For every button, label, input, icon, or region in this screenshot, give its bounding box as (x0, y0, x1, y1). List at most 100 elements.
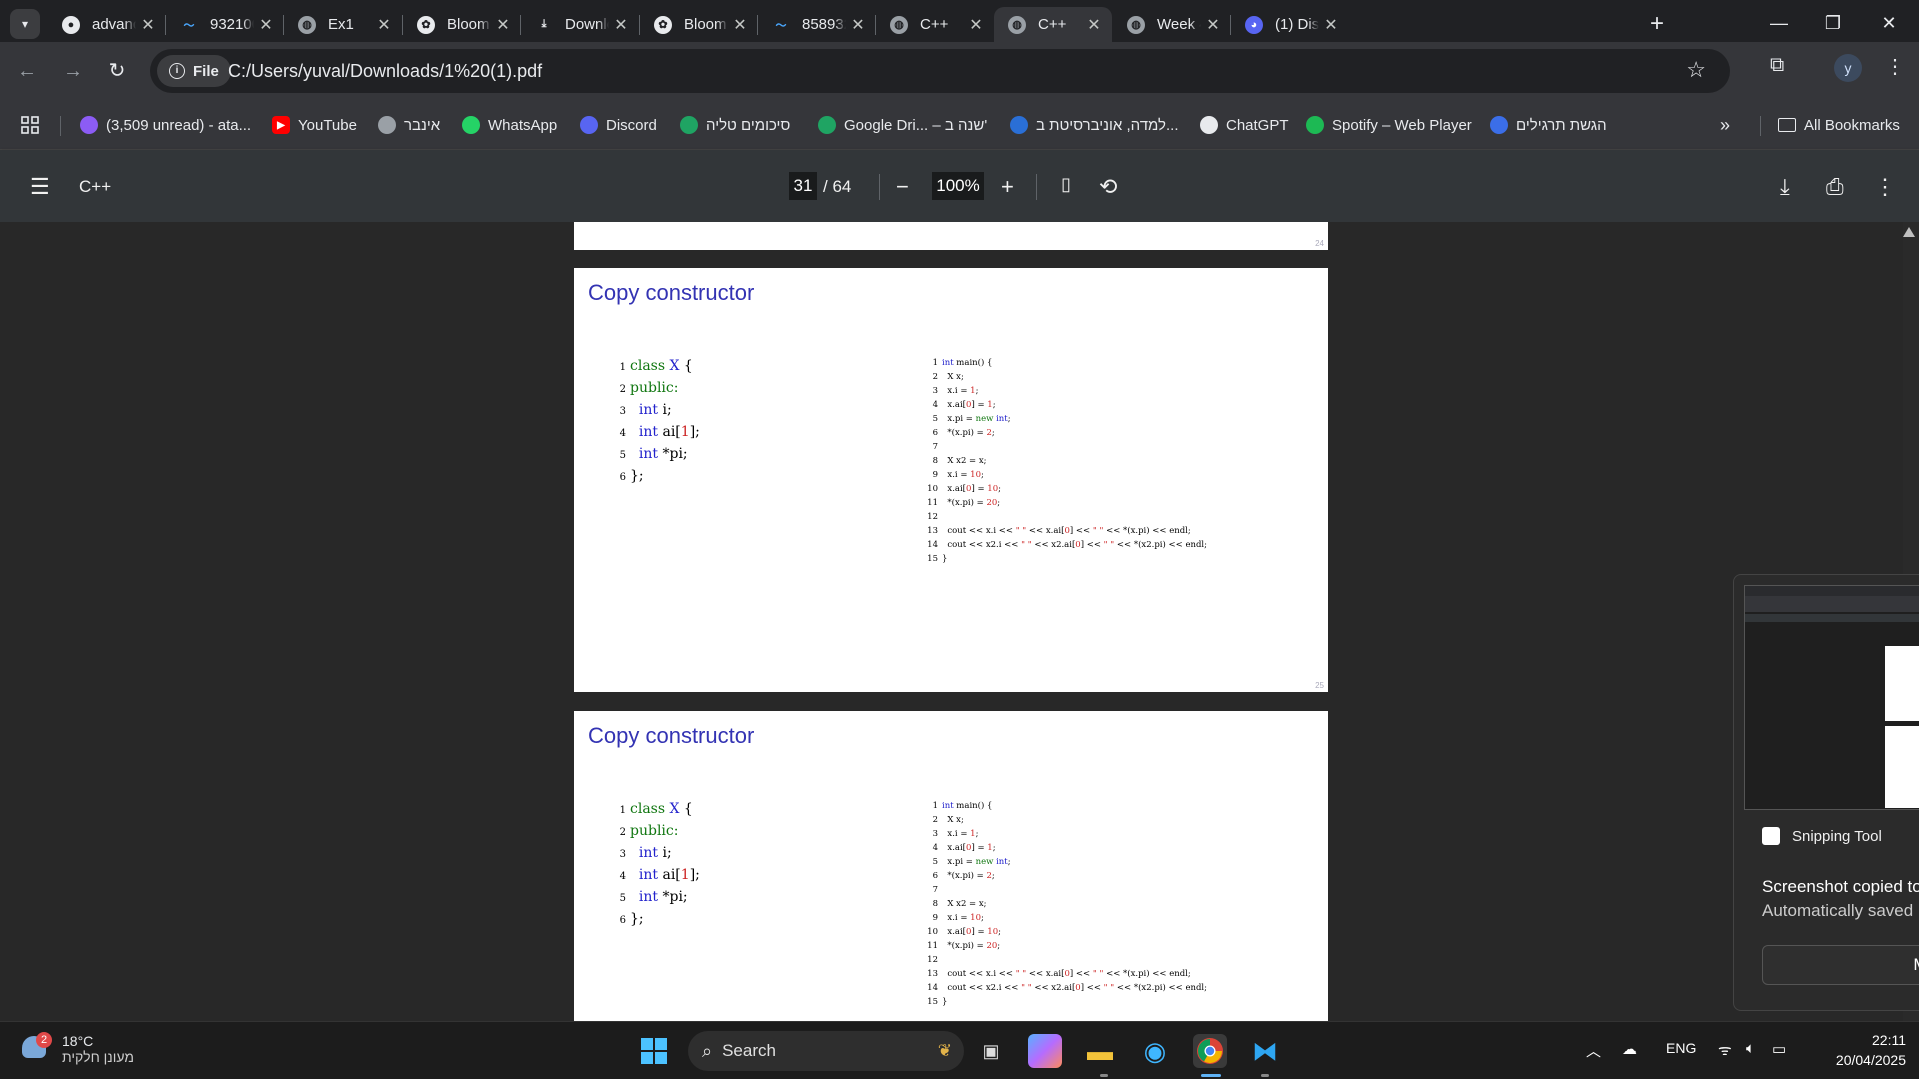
wifi-icon[interactable]: ᯤ (1718, 1040, 1732, 1060)
menu-kebab-icon[interactable]: ⋮ (1885, 54, 1905, 79)
new-tab-button[interactable]: + (1650, 10, 1664, 38)
code-line: 6 *(x.pi) = 2; (926, 426, 1207, 440)
tab-close-icon[interactable]: ✕ (136, 15, 160, 35)
tab-8[interactable]: ◍ C++ ✕ (876, 7, 994, 42)
bookmark-item[interactable]: WhatsApp (462, 114, 557, 136)
tab-search-button[interactable]: ▾ (10, 9, 40, 39)
extensions-icon[interactable]: ⧉ (1770, 54, 1784, 77)
rotate-icon[interactable]: ⟲ (1099, 174, 1117, 200)
edge-icon[interactable]: ◉ (1138, 1034, 1172, 1068)
taskbar-search[interactable]: ⌕ Search ❦ (688, 1031, 964, 1071)
line-number: 2 (932, 815, 938, 825)
plus-icon: + (1650, 10, 1665, 37)
line-number: 4 (932, 400, 938, 410)
reload-button[interactable]: ↻ (102, 56, 132, 86)
screenshot-thumbnail[interactable] (1744, 585, 1919, 810)
all-bookmarks-button[interactable]: All Bookmarks (1778, 114, 1900, 136)
snipping-tool-notification[interactable]: Snipping Tool Screenshot copied to Autom… (1733, 574, 1919, 1011)
url-text[interactable]: C:/Users/yuval/Downloads/1%20(1).pdf (228, 61, 542, 82)
onedrive-cloud-icon[interactable]: ☁ (1622, 1040, 1637, 1058)
tab-3[interactable]: ◍ Ex1 ✕ (284, 7, 402, 42)
moodle-icon (1010, 116, 1028, 134)
more-options-icon[interactable]: ⋮ (1874, 174, 1896, 200)
tray-chevron-up-icon[interactable]: ︿ (1586, 1040, 1601, 1061)
mail-icon (80, 116, 98, 134)
site-info-chip[interactable]: i File (157, 55, 231, 87)
tab-2[interactable]: 〜 9321007✕ (166, 7, 284, 42)
print-icon[interactable]: ⎙ (1826, 174, 1844, 200)
copilot-icon[interactable] (1028, 1034, 1062, 1068)
moodle-icon: 〜 (775, 19, 787, 32)
code-text: *(x.pi) = 2; (942, 428, 995, 438)
chrome-icon[interactable] (1193, 1034, 1227, 1068)
bookmark-item[interactable]: אינבר (378, 114, 440, 136)
bookmark-item[interactable]: Discord (580, 114, 657, 136)
apps-grid-icon[interactable] (20, 114, 40, 136)
scroll-up-arrow-icon[interactable] (1903, 227, 1915, 237)
tab-close-icon[interactable]: ✕ (491, 15, 515, 35)
tab-close-icon[interactable]: ✕ (254, 15, 278, 35)
code-line: 3 int i; (614, 845, 700, 867)
code-text: X x; (942, 372, 964, 382)
zoom-input[interactable]: 100% (932, 172, 984, 200)
restore-button[interactable]: ❐ (1810, 8, 1856, 38)
tab-4[interactable]: ✿ Bloom Filter✕ (403, 7, 521, 42)
volume-icon[interactable]: 🔈︎ (1746, 1040, 1755, 1057)
back-button[interactable]: ← (12, 56, 42, 86)
more-bookmarks-chevron-icon[interactable]: » (1720, 114, 1730, 136)
page-number-input[interactable]: 31 (789, 172, 817, 200)
tab-close-icon[interactable]: ✕ (609, 15, 633, 35)
weather-widget[interactable]: 2 18°C מעונן חלקית (22, 1032, 134, 1065)
tab-6[interactable]: ✿ Bloom Filter✕ (640, 7, 758, 42)
bookmark-item[interactable]: ChatGPT (1200, 114, 1289, 136)
file-explorer-icon[interactable]: ▬ (1083, 1034, 1117, 1068)
start-windows-icon[interactable] (637, 1034, 671, 1068)
language-indicator[interactable]: ENG (1666, 1040, 1696, 1056)
bookmark-item[interactable]: ▶ YouTube (272, 114, 357, 136)
tab-close-icon[interactable]: ✕ (1082, 15, 1106, 35)
tab-close-icon[interactable]: ✕ (372, 15, 396, 35)
profile-avatar[interactable]: y (1834, 54, 1862, 82)
tab-close-icon[interactable]: ✕ (964, 15, 988, 35)
bookmark-star-icon[interactable]: ☆ (1686, 57, 1706, 83)
bookmark-item[interactable]: Google Dri... – שנה ב' (818, 114, 987, 136)
code-line: 3 x.i = 1; (926, 827, 1207, 841)
minimize-button[interactable]: — (1756, 8, 1802, 38)
line-number: 3 (932, 829, 938, 839)
bookmark-item[interactable]: Spotify – Web Player (1306, 114, 1472, 136)
tab-title: Week 4 (1157, 16, 1201, 33)
bookmark-item[interactable]: (3,509 unread) - ata... (80, 114, 251, 136)
tab-close-icon[interactable]: ✕ (846, 15, 870, 35)
code-block-main: 1 int main() {2 X x; 3 x.i = 1; 4 x.ai[0] =… (926, 356, 1207, 566)
vscode-icon[interactable]: ⧓ (1248, 1034, 1282, 1068)
zoom-out-icon[interactable]: − (896, 174, 909, 200)
tab-close-icon[interactable]: ✕ (1319, 15, 1343, 35)
forward-button[interactable]: → (58, 56, 88, 86)
download-icon[interactable]: ⤓ (1780, 174, 1790, 200)
snip-markup-button[interactable]: Ma (1762, 945, 1919, 985)
pdf-viewer[interactable]: 24 Copy constructor 1 class X {2 public: 3 … (0, 222, 1919, 1021)
tab-7[interactable]: 〜 8589321✕ (758, 7, 876, 42)
sidebar-menu-icon[interactable]: ☰ (30, 174, 50, 200)
code-text: public: (630, 823, 679, 839)
bookmark-item[interactable]: הגשת תרגילים (1490, 114, 1607, 136)
tab-10[interactable]: ◍ Week 4✕ (1113, 7, 1231, 42)
bookmark-item[interactable]: סיכומים טליה (680, 114, 790, 136)
tab-close-icon[interactable]: ✕ (1201, 15, 1225, 35)
tab-1[interactable]: ● advanced✕ (48, 7, 166, 42)
task-view-icon[interactable]: ▣ (974, 1034, 1008, 1068)
tab-11[interactable]: ◕ (1) Discord✕ (1231, 7, 1349, 42)
youtube-icon: ▶ (272, 116, 290, 134)
tab-5[interactable]: ⤓ Downloads✕ (521, 7, 639, 42)
close-window-button[interactable]: ✕ (1866, 8, 1912, 38)
fit-page-icon[interactable]: ▯ (1061, 174, 1071, 195)
snipping-tool-icon (1762, 827, 1780, 845)
tab-9[interactable]: ◍ C++ ✕ (994, 7, 1112, 42)
clock[interactable]: 22:11 20/04/2025 (1814, 1030, 1906, 1070)
code-text: cout << x2.i << " " << x2.ai[0] << " " <… (942, 540, 1207, 550)
address-bar[interactable]: i File C:/Users/yuval/Downloads/1%20(1).p… (150, 49, 1730, 93)
tab-close-icon[interactable]: ✕ (728, 15, 752, 35)
battery-icon[interactable]: ▭ (1772, 1040, 1786, 1058)
bookmark-item[interactable]: למדה, אוניברסיטת ב... (1010, 114, 1179, 136)
zoom-in-icon[interactable]: + (1001, 174, 1014, 200)
